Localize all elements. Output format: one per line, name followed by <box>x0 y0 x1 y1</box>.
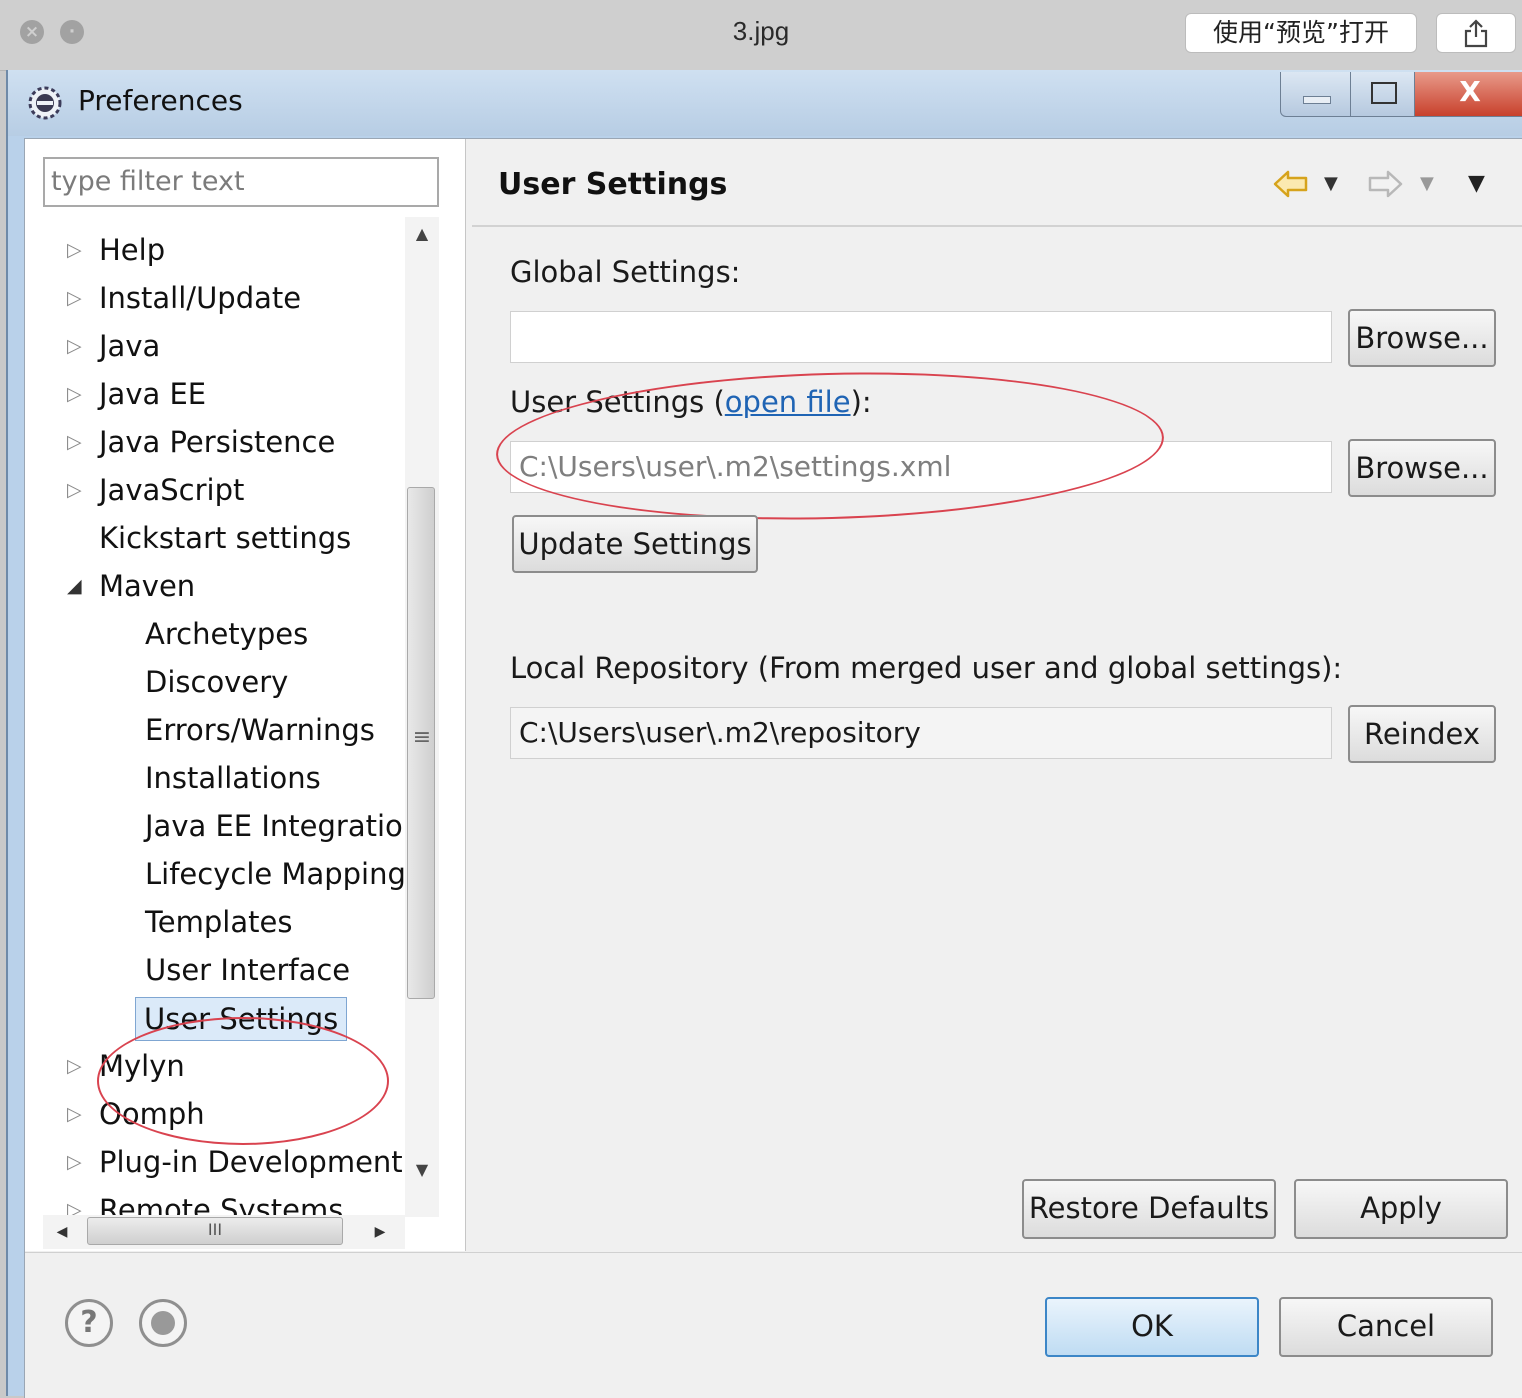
open-with-preview-button[interactable]: 使用“预览”打开 <box>1185 13 1417 53</box>
collapse-arrow-icon[interactable]: ◢ <box>67 563 82 609</box>
share-button[interactable] <box>1436 13 1516 53</box>
tree-item-archetypes[interactable]: Archetypes <box>145 611 308 657</box>
expand-arrow-icon[interactable]: ▷ <box>67 227 82 273</box>
tree-item-installations[interactable]: Installations <box>145 755 321 801</box>
tree-item-java[interactable]: Java <box>99 323 160 369</box>
back-arrow-icon[interactable] <box>1272 167 1310 201</box>
grip-icon: ≡ <box>412 725 432 750</box>
tree-item-maven[interactable]: Maven <box>99 563 195 609</box>
tree-item-templates[interactable]: Templates <box>145 899 292 945</box>
dialog-client-area: type filter text ▷ Help ▷ Install/Update… <box>24 138 1522 1398</box>
hscrollbar-thumb[interactable]: III <box>87 1217 343 1245</box>
window-titlebar: Preferences X <box>8 70 1522 136</box>
ok-button[interactable]: OK <box>1045 1297 1259 1357</box>
tree-item-user-interface[interactable]: User Interface <box>145 947 350 993</box>
tree-item-plugin-development[interactable]: Plug-in Development <box>99 1139 403 1185</box>
tree-item-remote-systems[interactable]: Remote Systems <box>99 1187 343 1217</box>
minimize-button[interactable] <box>1280 72 1352 117</box>
forward-dropdown-icon[interactable]: ▼ <box>1420 167 1434 201</box>
global-browse-button[interactable]: Browse... <box>1348 309 1496 367</box>
expand-arrow-icon[interactable]: ▷ <box>67 1043 82 1089</box>
scrollbar-thumb[interactable]: ≡ <box>407 487 435 999</box>
maximize-button[interactable] <box>1350 72 1416 117</box>
apply-button[interactable]: Apply <box>1294 1179 1508 1239</box>
scroll-up-icon[interactable]: ▲ <box>405 217 439 251</box>
global-settings-label: Global Settings: <box>510 255 741 289</box>
scroll-down-icon[interactable]: ▼ <box>405 1153 439 1187</box>
view-menu-icon[interactable]: ▼ <box>1468 167 1485 201</box>
back-dropdown-icon[interactable]: ▼ <box>1324 167 1338 201</box>
tree-item-install-update[interactable]: Install/Update <box>99 275 301 321</box>
page-title: User Settings <box>498 167 728 202</box>
tree-item-help[interactable]: Help <box>99 227 165 273</box>
tree-item-errors-warnings[interactable]: Errors/Warnings <box>145 707 375 753</box>
restore-defaults-button[interactable]: Restore Defaults <box>1022 1179 1276 1239</box>
tree-item-java-ee[interactable]: Java EE <box>99 371 206 417</box>
minimize-icon <box>1303 96 1331 104</box>
scroll-right-icon[interactable]: ▶ <box>365 1215 395 1249</box>
dialog-button-bar: ? OK Cancel <box>25 1252 1522 1398</box>
expand-arrow-icon[interactable]: ▷ <box>67 1091 82 1137</box>
viewer-toolbar: × · 3.jpg 使用“预览”打开 <box>0 0 1522 71</box>
annotation-circle <box>97 1017 389 1145</box>
tree-item-java-persistence[interactable]: Java Persistence <box>99 419 335 465</box>
update-settings-button[interactable]: Update Settings <box>512 515 758 573</box>
window-title: Preferences <box>78 84 243 117</box>
local-repository-field: C:\Users\user\.m2\repository <box>510 707 1332 759</box>
tree-item-lifecycle-mapping[interactable]: Lifecycle Mapping <box>145 851 405 897</box>
expand-arrow-icon[interactable]: ▷ <box>67 467 82 513</box>
local-repository-label: Local Repository (From merged user and g… <box>510 651 1343 685</box>
expand-arrow-icon[interactable]: ▷ <box>67 371 82 417</box>
share-icon <box>1464 19 1488 48</box>
expand-arrow-icon[interactable]: ▷ <box>67 1187 82 1217</box>
global-settings-field[interactable] <box>510 311 1332 363</box>
scroll-left-icon[interactable]: ◀ <box>47 1215 77 1249</box>
expand-arrow-icon[interactable]: ▷ <box>67 1139 82 1185</box>
cancel-button[interactable]: Cancel <box>1279 1297 1493 1357</box>
close-button[interactable]: X <box>1414 72 1522 117</box>
filter-input[interactable]: type filter text <box>43 157 439 207</box>
tree-vertical-scrollbar[interactable]: ▲ ≡ ▼ <box>405 217 439 1217</box>
eclipse-icon <box>28 86 62 120</box>
tree-item-java-ee-integration[interactable]: Java EE Integratio <box>145 803 403 849</box>
expand-arrow-icon[interactable]: ▷ <box>67 323 82 369</box>
tree-item-javascript[interactable]: JavaScript <box>99 467 244 513</box>
import-export-button[interactable] <box>139 1299 187 1347</box>
close-icon: X <box>1459 75 1481 108</box>
help-icon: ? <box>80 1305 98 1340</box>
tree-item-kickstart-settings[interactable]: Kickstart settings <box>99 515 351 561</box>
reindex-button[interactable]: Reindex <box>1348 705 1496 763</box>
expand-arrow-icon[interactable]: ▷ <box>67 275 82 321</box>
tree-horizontal-scrollbar[interactable]: ◀ III ▶ <box>43 1215 405 1249</box>
restore-icon <box>1371 82 1397 104</box>
record-icon <box>151 1311 175 1335</box>
title-separator <box>472 225 1522 227</box>
tree-item-discovery[interactable]: Discovery <box>145 659 288 705</box>
preference-page: User Settings ▼ ▼ ▼ Global Settings: Bro… <box>466 139 1522 1251</box>
preferences-tree-pane: type filter text ▷ Help ▷ Install/Update… <box>25 139 466 1251</box>
forward-arrow-icon[interactable] <box>1366 167 1404 201</box>
user-browse-button[interactable]: Browse... <box>1348 439 1496 497</box>
help-button[interactable]: ? <box>65 1299 113 1347</box>
preferences-window: Preferences X type filter text ▷ Help ▷ … <box>6 70 1522 1398</box>
expand-arrow-icon[interactable]: ▷ <box>67 419 82 465</box>
